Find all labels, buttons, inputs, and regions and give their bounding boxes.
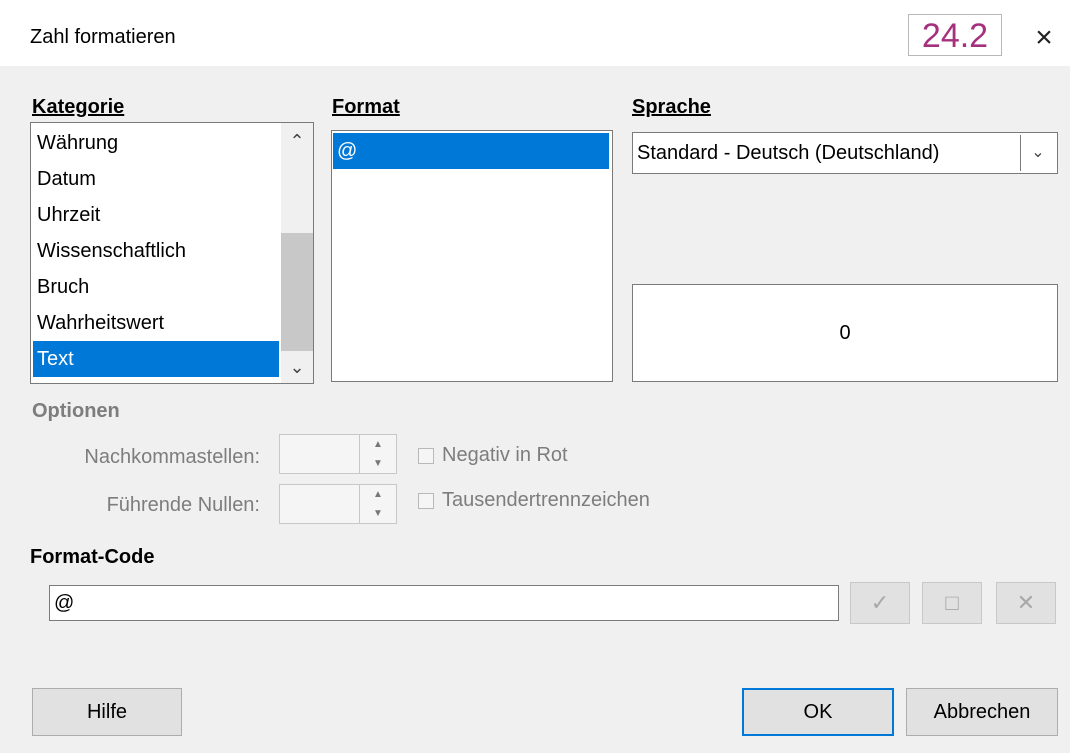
negative-red-checkbox[interactable]: [418, 448, 434, 464]
cancel-button-label: Abbrechen: [933, 701, 1031, 723]
thousands-separator-label: Tausendertrennzeichen: [442, 489, 650, 511]
help-button-label: Hilfe: [86, 701, 127, 723]
close-icon: ×: [1035, 21, 1053, 54]
format-preview: 0: [632, 284, 1058, 382]
category-item[interactable]: Bruch: [33, 269, 279, 305]
ok-button-label: OK: [803, 701, 833, 723]
category-item[interactable]: Uhrzeit: [33, 197, 279, 233]
scroll-thumb[interactable]: [281, 233, 313, 351]
language-select-value: Standard - Deutsch (Deutschland): [637, 142, 940, 164]
version-badge: 24.2: [908, 14, 1002, 56]
spin-down-icon[interactable]: ▼: [359, 454, 396, 473]
options-heading: Optionen: [32, 400, 120, 422]
language-heading: Sprache: [632, 96, 711, 118]
title-bar: Zahl formatieren 24.2 ×: [0, 0, 1070, 66]
scroll-up-icon[interactable]: ⌃: [281, 125, 313, 157]
spin-up-icon[interactable]: ▲: [359, 435, 396, 455]
accept-code-button[interactable]: ✓: [850, 582, 910, 624]
negative-red-label: Negativ in Rot: [442, 444, 568, 466]
cancel-button[interactable]: Abbrechen: [906, 688, 1058, 736]
thousands-separator-checkbox[interactable]: [418, 493, 434, 509]
category-item[interactable]: Text: [33, 341, 279, 377]
format-code-heading: Format-Code: [30, 546, 155, 568]
format-heading: Format: [332, 96, 400, 118]
format-code-input[interactable]: @: [49, 585, 839, 621]
language-select[interactable]: Standard - Deutsch (Deutschland) ⌄: [632, 132, 1058, 174]
ok-button[interactable]: OK: [742, 688, 894, 736]
delete-code-button[interactable]: ✕: [996, 582, 1056, 624]
category-listbox[interactable]: ⌃ ⌄ Währung Datum Uhrzeit Wissenschaftlich B…: [30, 122, 314, 384]
format-listbox[interactable]: @: [331, 130, 613, 382]
category-item[interactable]: Wahrheitswert: [33, 305, 279, 341]
category-item[interactable]: Datum: [33, 161, 279, 197]
check-icon: ✓: [870, 590, 890, 615]
close-button[interactable]: ×: [1026, 20, 1062, 56]
category-item[interactable]: Währung: [33, 125, 279, 161]
dialog-title: Zahl formatieren: [30, 26, 176, 48]
scroll-down-icon[interactable]: ⌄: [281, 351, 313, 383]
category-scrollbar[interactable]: ⌃ ⌄: [281, 123, 313, 383]
format-item[interactable]: @: [333, 133, 609, 169]
spin-up-icon[interactable]: ▲: [359, 485, 396, 505]
leading-zeros-label: Führende Nullen:: [106, 494, 260, 516]
decimal-places-spinner[interactable]: ▲ ▼: [279, 434, 397, 474]
help-button[interactable]: Hilfe: [32, 688, 182, 736]
category-item[interactable]: Wissenschaftlich: [33, 233, 279, 269]
leading-zeros-spinner[interactable]: ▲ ▼: [279, 484, 397, 524]
comment-icon: □: [945, 590, 959, 615]
decimal-places-label: Nachkommastellen:: [84, 446, 260, 468]
spin-down-icon[interactable]: ▼: [359, 504, 396, 523]
chevron-down-icon[interactable]: ⌄: [1020, 135, 1055, 171]
delete-icon: ✕: [1016, 590, 1036, 615]
category-heading: Kategorie: [32, 96, 125, 118]
edit-comment-button[interactable]: □: [922, 582, 982, 624]
number-format-dialog: Zahl formatieren 24.2 × Kategorie ⌃ ⌄ Wä…: [0, 0, 1070, 753]
